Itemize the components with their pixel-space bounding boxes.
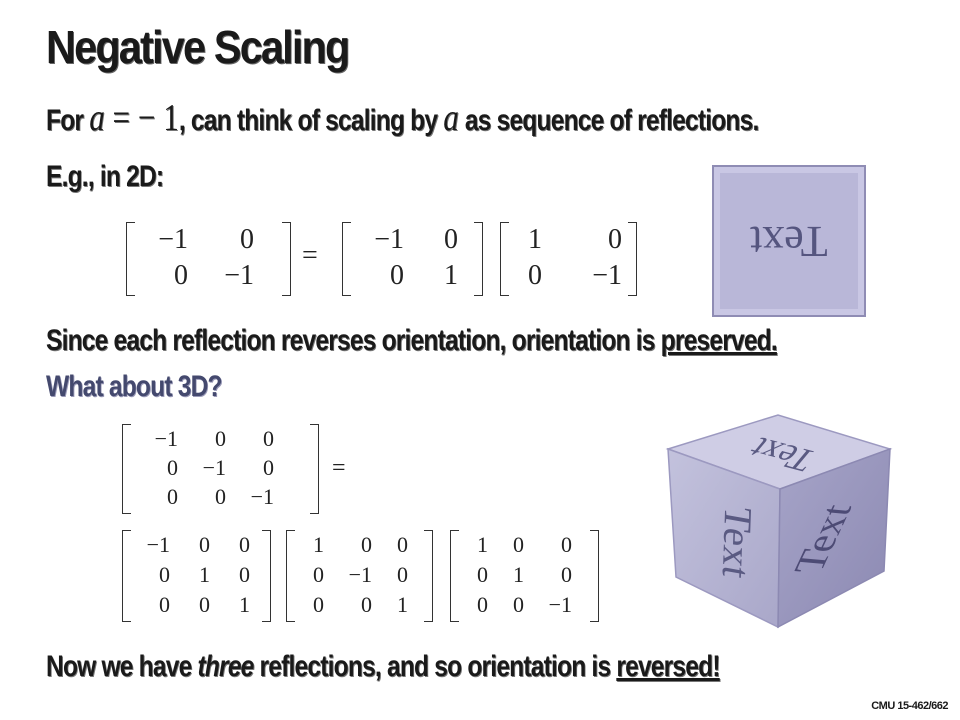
flipped-text-label: Text — [750, 216, 828, 266]
question-3d: What about 3D? — [46, 370, 223, 403]
reflected-cube-image: Text Text Text — [665, 414, 893, 629]
equals-sign: = — [302, 240, 318, 271]
intro-line: For a = − 1, can think of scaling by a a… — [46, 97, 759, 139]
matrix-reflect-x: −1 0 01 — [374, 224, 458, 291]
conclusion-line: Now we have three reflections, and so or… — [46, 650, 721, 683]
matrix-reflect-z-3d: 100 010 0 0 −1 — [477, 532, 572, 617]
matrix-reflect-x-3d: −1 0 0 010 001 — [146, 532, 250, 617]
reflected-text-image: Text — [712, 165, 866, 317]
matrix-lhs-2d: −1 0 0 −1 — [158, 224, 254, 291]
equals-sign-3d: = — [332, 455, 346, 481]
matrix-lhs-3d: −1 0 0 0 −1 0 0 0 −1 — [154, 426, 274, 509]
cube-left-text: Text — [714, 503, 761, 582]
example-2d-label: E.g., in 2D: — [46, 160, 164, 193]
orientation-preserved-line: Since each reflection reverses orientati… — [46, 324, 778, 357]
matrix-reflect-y-3d: 100 0 −1 0 001 — [313, 532, 408, 617]
slide-title: Negative Scaling — [46, 21, 350, 73]
course-footer: CMU 15-462/662 — [871, 700, 948, 712]
matrix-reflect-y: 10 0 −1 — [528, 224, 622, 291]
